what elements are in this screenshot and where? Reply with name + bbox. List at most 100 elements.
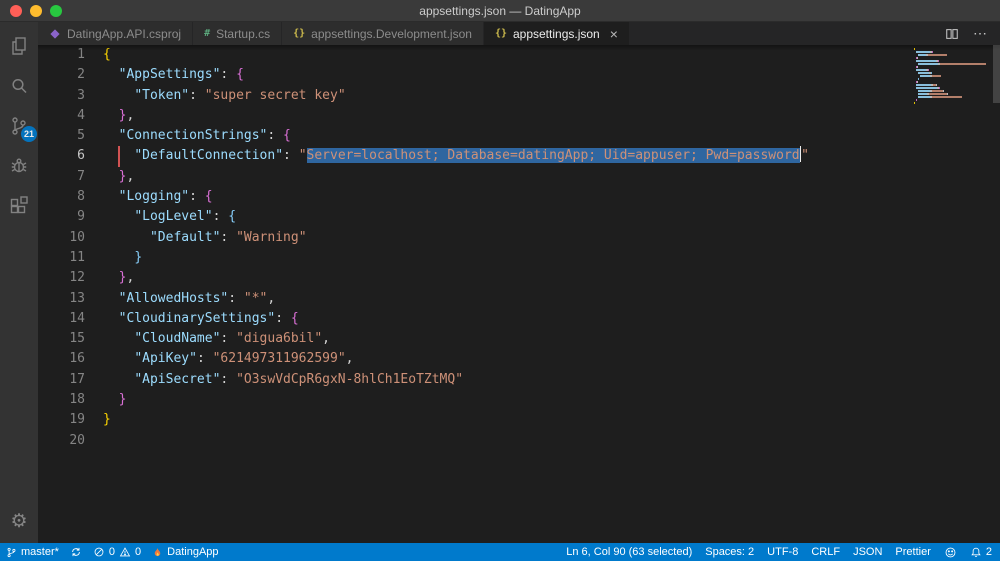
error-icon — [94, 547, 104, 557]
minimize-window-button[interactable] — [30, 5, 42, 17]
tab-appsettings-json[interactable]: {} appsettings.json × — [483, 22, 630, 45]
code-line[interactable]: "Token": "super secret key" — [103, 86, 1000, 106]
line-number: 8 — [77, 189, 85, 205]
csproj-file-icon — [50, 28, 60, 39]
line-number: 14 — [69, 310, 85, 326]
code-line[interactable]: "DefaultConnection": "Server=localhost; … — [103, 146, 1000, 166]
zoom-window-button[interactable] — [50, 5, 62, 17]
omnisharp-project-item[interactable]: DatingApp — [152, 546, 219, 559]
split-editor-icon[interactable] — [945, 27, 959, 41]
line-number: 7 — [77, 168, 85, 184]
encoding-item[interactable]: UTF-8 — [767, 546, 798, 558]
branch-icon — [7, 547, 16, 557]
code-line[interactable]: "ConnectionStrings": { — [103, 126, 1000, 146]
code-line[interactable]: }, — [103, 268, 1000, 288]
line-number: 3 — [77, 87, 85, 103]
code-line[interactable]: } — [103, 248, 1000, 268]
scrollbar-thumb[interactable] — [993, 45, 1000, 103]
language-mode-item[interactable]: JSON — [853, 546, 882, 558]
explorer-icon[interactable] — [7, 34, 31, 58]
code-line[interactable]: } — [103, 410, 1000, 430]
code-line[interactable]: "CloudinarySettings": { — [103, 309, 1000, 329]
search-icon[interactable] — [7, 74, 31, 98]
line-number: 9 — [77, 209, 85, 225]
code-line[interactable]: "LogLevel": { — [103, 207, 1000, 227]
eol-item[interactable]: CRLF — [811, 546, 840, 558]
extensions-icon[interactable] — [7, 194, 31, 218]
source-control-icon[interactable]: 21 — [7, 114, 37, 142]
activity-bar: 21 ⚙ — [0, 22, 38, 543]
code-editor[interactable]: 1 2 3 4 5 6 7 8 9 10 11 12 13 14 15 16 17 18 19 20 { "AppSe… — [38, 45, 1000, 543]
debug-icon[interactable] — [7, 154, 31, 178]
line-number: 20 — [69, 432, 85, 448]
code-line[interactable]: }, — [103, 106, 1000, 126]
line-number: 13 — [69, 290, 85, 306]
code-line[interactable]: "AppSettings": { — [103, 65, 1000, 85]
json-file-icon: {} — [293, 28, 306, 39]
status-bar: master* 0 0 DatingApp Ln 6, Col 90 (63 s… — [0, 543, 1000, 561]
settings-gear-icon[interactable]: ⚙ — [10, 512, 27, 531]
line-number: 5 — [77, 128, 85, 144]
notifications-item[interactable]: 2 — [970, 546, 992, 559]
editor-group: DatingApp.API.csproj # Startup.cs {} app… — [38, 22, 1000, 543]
line-number: 12 — [69, 270, 85, 286]
more-actions-icon[interactable]: ⋯ — [973, 25, 988, 42]
status-bar-right: Ln 6, Col 90 (63 selected) Spaces: 2 UTF… — [553, 546, 992, 559]
line-number: 11 — [69, 249, 85, 265]
tab-startup-cs[interactable]: # Startup.cs — [193, 22, 283, 45]
code-line[interactable]: "CloudName": "digua6bil", — [103, 329, 1000, 349]
minimap[interactable] — [914, 48, 986, 108]
scm-badge: 21 — [20, 126, 37, 142]
line-number: 6 — [77, 148, 85, 164]
code-line[interactable]: "AllowedHosts": "*", — [103, 289, 1000, 309]
line-number: 4 — [77, 107, 85, 123]
sync-item[interactable] — [70, 546, 82, 558]
tab-appsettings-development-json[interactable]: {} appsettings.Development.json — [282, 22, 484, 45]
tab-label: DatingApp.API.csproj — [67, 26, 182, 41]
warning-icon — [119, 547, 131, 557]
line-number: 2 — [77, 67, 85, 83]
code-line[interactable]: "Default": "Warning" — [103, 228, 1000, 248]
json-file-icon: {} — [494, 28, 507, 39]
code-line[interactable] — [103, 431, 1000, 451]
close-tab-icon[interactable]: × — [610, 27, 618, 41]
indentation-item[interactable]: Spaces: 2 — [705, 546, 754, 558]
window-title: appsettings.json — DatingApp — [419, 3, 581, 18]
feedback-smiley-icon — [945, 547, 956, 557]
line-number: 16 — [69, 351, 85, 367]
code-line[interactable]: "Logging": { — [103, 187, 1000, 207]
code-line[interactable]: }, — [103, 167, 1000, 187]
tab-datingapp-api-csproj[interactable]: DatingApp.API.csproj — [38, 22, 194, 45]
tab-bar: DatingApp.API.csproj # Startup.cs {} app… — [38, 22, 1000, 45]
code-lines: { "AppSettings": { "Token": "super secre… — [103, 45, 1000, 451]
git-branch-item[interactable]: master* — [6, 546, 59, 559]
formatter-item[interactable]: Prettier — [895, 546, 930, 558]
tab-label: Startup.cs — [216, 26, 271, 41]
line-number: 17 — [69, 371, 85, 387]
csharp-file-icon: # — [204, 28, 211, 39]
line-number: 19 — [69, 412, 85, 428]
sync-icon — [72, 547, 80, 557]
close-window-button[interactable] — [10, 5, 22, 17]
flame-icon — [154, 547, 161, 556]
feedback-item[interactable] — [944, 546, 957, 559]
bell-icon — [971, 547, 981, 557]
tab-label: appsettings.json — [512, 26, 600, 41]
editor-gutter: 1 2 3 4 5 6 7 8 9 10 11 12 13 14 15 16 17 18 19 20 — [38, 45, 103, 451]
problems-item[interactable]: 0 0 — [93, 546, 141, 558]
title-bar: appsettings.json — DatingApp — [0, 0, 1000, 22]
active-scope-guide — [118, 146, 120, 167]
window-controls — [10, 5, 62, 17]
code-line[interactable]: } — [103, 390, 1000, 410]
code-line[interactable]: "ApiSecret": "O3swVdCpR6gxN-8hlCh1EoTZtM… — [103, 370, 1000, 390]
line-number: 15 — [69, 331, 85, 347]
cursor-position-item[interactable]: Ln 6, Col 90 (63 selected) — [566, 546, 692, 558]
code-line[interactable]: "ApiKey": "621497311962599", — [103, 349, 1000, 369]
editor-actions: ⋯ — [945, 22, 1000, 45]
code-line[interactable]: { — [103, 45, 1000, 65]
line-number: 10 — [69, 229, 85, 245]
vscode-window: appsettings.json — DatingApp 21 ⚙ Dating… — [0, 0, 1000, 561]
tab-label: appsettings.Development.json — [311, 26, 472, 41]
line-number: 1 — [77, 47, 85, 62]
line-number: 18 — [69, 392, 85, 408]
